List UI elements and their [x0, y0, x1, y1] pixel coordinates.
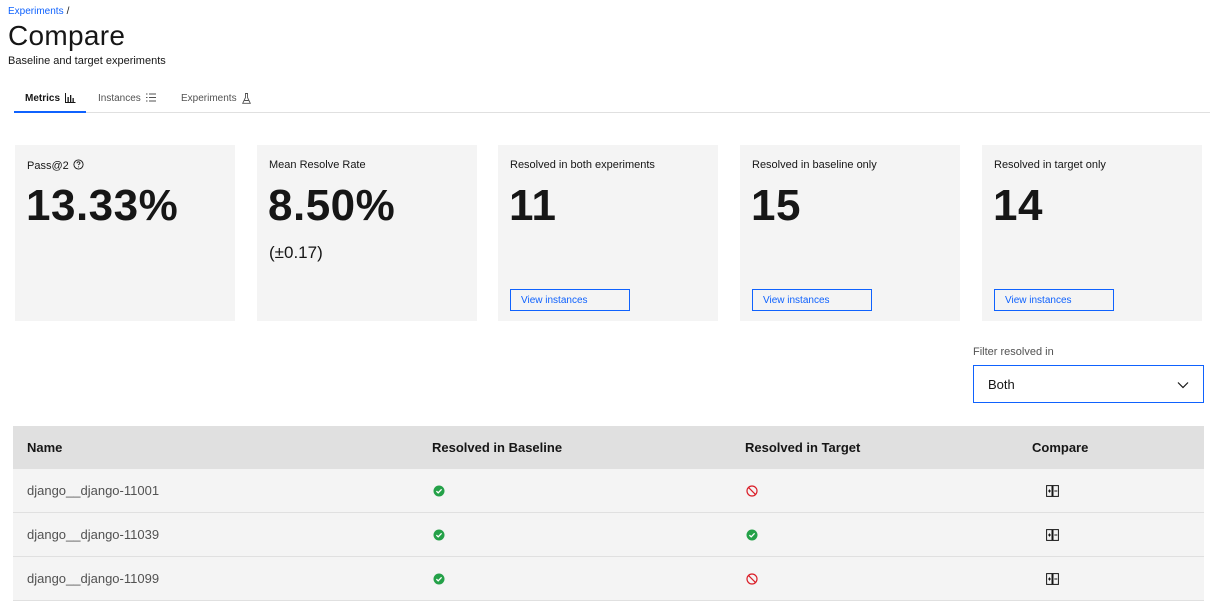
table-row: django__django-11099	[13, 557, 1204, 601]
not-resolved-icon	[746, 557, 758, 600]
metric-value-resolved-both: 11	[509, 181, 557, 230]
tab-bar: Metrics Instances Experiments	[14, 88, 1210, 113]
instance-name: django__django-11099	[27, 571, 160, 586]
check-circle-icon	[433, 557, 445, 600]
metric-value-mean-resolve-rate: 8.50%	[268, 181, 396, 230]
tab-instances[interactable]: Instances	[98, 88, 156, 113]
header-compare: Compare	[1032, 440, 1089, 455]
compare-icon[interactable]	[1046, 469, 1059, 512]
metric-card-label: Pass@2	[27, 159, 84, 173]
compare-icon[interactable]	[1046, 513, 1059, 556]
tab-experiments[interactable]: Experiments	[181, 88, 251, 113]
tab-metrics[interactable]: Metrics	[14, 88, 86, 113]
filter-label: Filter resolved in	[973, 346, 1054, 358]
metric-label-resolved-baseline-only: Resolved in baseline only	[752, 159, 877, 171]
metric-value-resolved-target-only: 14	[993, 181, 1043, 230]
tab-experiments-label: Experiments	[181, 93, 237, 104]
filter-resolved-dropdown[interactable]: Both	[973, 365, 1204, 403]
filter-selected-value: Both	[988, 376, 1015, 392]
tab-metrics-label: Metrics	[25, 93, 61, 104]
header-resolved-baseline: Resolved in Baseline	[432, 440, 563, 455]
metric-label-pass-at-2: Pass@2	[27, 160, 69, 172]
metric-card-resolved-both: Resolved in both experiments 11 View ins…	[498, 145, 718, 321]
metric-card-resolved-baseline-only: Resolved in baseline only 15 View instan…	[740, 145, 960, 321]
header-resolved-target: Resolved in Target	[745, 440, 861, 455]
view-instances-both-button[interactable]: View instances	[510, 289, 630, 311]
tab-instances-label: Instances	[98, 93, 141, 104]
check-circle-icon	[433, 469, 445, 512]
view-instances-target-button[interactable]: View instances	[994, 289, 1114, 311]
flask-icon	[241, 93, 251, 104]
page-subtitle: Baseline and target experiments	[8, 55, 166, 67]
table-row: django__django-11001	[13, 469, 1204, 513]
metric-card-pass-at-2: Pass@2 13.33%	[15, 145, 235, 321]
breadcrumb-separator: /	[66, 6, 70, 17]
chevron-down-icon	[1177, 377, 1189, 392]
metric-std-dev: (±0.17)	[269, 243, 323, 262]
check-circle-icon	[433, 513, 445, 556]
instances-table: Name Resolved in Baseline Resolved in Ta…	[13, 426, 1204, 601]
not-resolved-icon	[746, 469, 758, 512]
metric-value-pass-at-2: 13.33%	[26, 181, 179, 230]
instance-name: django__django-11001	[27, 483, 160, 498]
header-name: Name	[27, 440, 63, 455]
instance-name: django__django-11039	[27, 527, 160, 542]
metric-label-resolved-target-only: Resolved in target only	[994, 159, 1106, 171]
metric-label-mean-resolve-rate: Mean Resolve Rate	[269, 159, 366, 171]
metric-card-resolved-target-only: Resolved in target only 14 View instance…	[982, 145, 1202, 321]
help-icon[interactable]	[73, 159, 84, 173]
view-instances-baseline-button[interactable]: View instances	[752, 289, 872, 311]
page-title: Compare	[8, 20, 126, 51]
metric-card-mean-resolve-rate: Mean Resolve Rate 8.50% (±0.17)	[257, 145, 477, 321]
table-row: django__django-11039	[13, 513, 1204, 557]
bar-chart-icon	[65, 93, 76, 103]
check-circle-icon	[746, 513, 758, 556]
compare-icon[interactable]	[1046, 557, 1059, 600]
metric-value-resolved-baseline-only: 15	[751, 181, 801, 230]
table-header: Name Resolved in Baseline Resolved in Ta…	[13, 426, 1204, 469]
list-icon	[145, 93, 156, 102]
breadcrumb: Experiments /	[8, 6, 69, 17]
metric-label-resolved-both: Resolved in both experiments	[510, 159, 655, 171]
breadcrumb-link-experiments[interactable]: Experiments	[8, 6, 64, 17]
